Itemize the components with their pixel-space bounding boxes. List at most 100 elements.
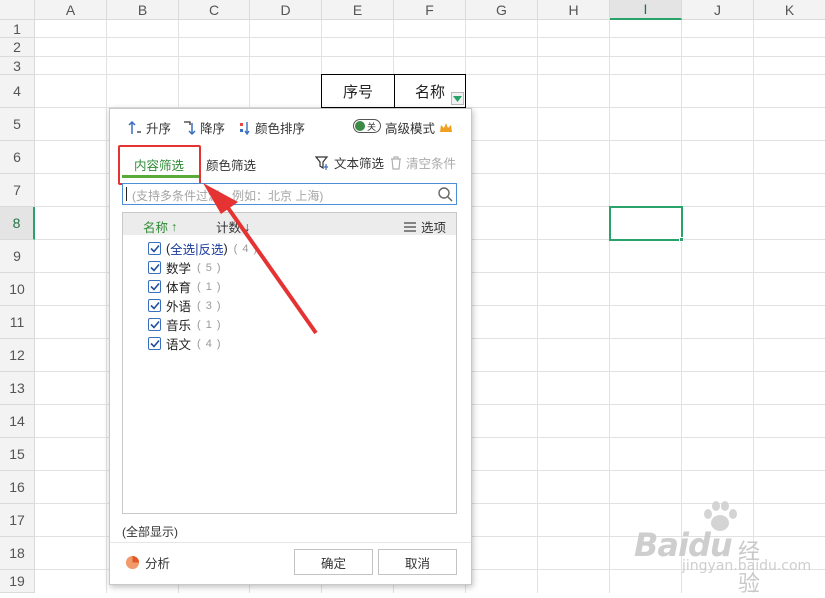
checkbox[interactable] [148,337,161,350]
grid-line [609,20,610,593]
search-placeholder: (支持多条件过滤，例如：北京 上海) [132,189,324,203]
cell-e4-text: 序号 [342,83,373,101]
arrow-up-icon: ↑ [171,219,178,234]
item-count: ( 1 ) [197,318,222,331]
list-item-select-all[interactable]: (全选 | 反选)( 4 ) [148,239,258,258]
selected-cell-i8[interactable] [609,206,683,241]
column-header-h[interactable]: H [538,0,610,20]
row-header-18[interactable]: 18 [0,537,35,570]
show-all-label[interactable]: (全部显示) [122,523,178,540]
toggle-knob [355,121,365,131]
column-header-d[interactable]: D [250,0,322,20]
item-count-value: 4 [242,242,250,255]
row-header-19[interactable]: 19 [0,570,35,593]
sort-descending-label: 降序 [200,122,226,136]
checkbox[interactable] [148,261,161,274]
row-header-6[interactable]: 6 [0,141,35,174]
column-header-j[interactable]: J [682,0,754,20]
text-caret [126,187,127,201]
sort-by-name-header[interactable]: 名称 ↑ [143,217,177,236]
row-header-3[interactable]: 3 [0,57,35,75]
item-count-value: 4 [205,337,213,350]
annotation-highlight-box [118,145,201,185]
filter-panel: 升序 降序 颜色排序 关 高级模式 内容筛选 颜色筛选 文本筛选 清空条件 (支… [109,108,472,585]
column-header-i[interactable]: I [610,0,682,20]
row-header-9[interactable]: 9 [0,240,35,273]
watermark-brand-bai: Bai [634,526,689,564]
filter-search-input[interactable]: (支持多条件过滤，例如：北京 上海) [122,183,457,205]
list-item-label: 体育 [166,281,192,295]
advanced-mode-label-group[interactable]: 高级模式 [385,118,456,137]
list-item[interactable]: 语文 ( 4 ) [148,334,222,353]
item-count: ( 5 ) [197,261,222,274]
analyze-button[interactable]: 分析 [125,553,170,572]
menu-lines-icon [404,221,416,232]
options-label: 选项 [421,221,447,235]
column-header-g[interactable]: G [466,0,538,20]
search-icon[interactable] [437,186,453,202]
sort-ascending-label: 升序 [146,122,172,136]
ok-button[interactable]: 确定 [294,549,373,575]
row-header-5[interactable]: 5 [0,108,35,141]
advanced-mode-toggle[interactable]: 关 [353,119,381,133]
check-icon [149,263,160,272]
options-menu-button[interactable]: 选项 [403,217,446,236]
list-item[interactable]: 外语 ( 3 ) [148,296,222,315]
checkbox[interactable] [148,318,161,331]
select-all-corner[interactable] [0,0,35,20]
row-header-10[interactable]: 10 [0,273,35,306]
row-header-15[interactable]: 15 [0,438,35,471]
column-header-b[interactable]: B [107,0,179,20]
tab-color-filter[interactable]: 颜色筛选 [206,155,256,174]
text-filter-button[interactable]: 文本筛选 [315,153,384,172]
filter-dropdown-button[interactable] [451,92,464,105]
item-count-value: 1 [205,280,213,293]
check-icon [149,320,160,329]
item-count: ( 1 ) [197,280,222,293]
clear-conditions-button[interactable]: 清空条件 [389,153,456,172]
row-header-12[interactable]: 12 [0,339,35,372]
row-header-11[interactable]: 11 [0,306,35,339]
row-header-14[interactable]: 14 [0,405,35,438]
row-header-16[interactable]: 16 [0,471,35,504]
grid-line [106,20,107,593]
advanced-mode-label: 高级模式 [385,122,436,136]
list-header-count: 计数 [216,221,242,235]
row-header-7[interactable]: 7 [0,174,35,207]
watermark-url: jingyan.baidu.com [682,558,812,574]
footer-divider [110,542,471,543]
checkbox[interactable] [148,299,161,312]
row-header-2[interactable]: 2 [0,38,35,57]
column-header-e[interactable]: E [322,0,394,20]
row-header-13[interactable]: 13 [0,372,35,405]
grid-line [753,20,754,593]
list-item[interactable]: 体育 ( 1 ) [148,277,222,296]
row-header-8[interactable]: 8 [0,207,35,240]
row-header-17[interactable]: 17 [0,504,35,537]
fill-handle[interactable] [679,237,684,242]
color-sort-label: 颜色排序 [255,122,306,136]
toggle-state-label: 关 [367,121,377,132]
paren-close: ) [223,241,228,256]
column-header-a[interactable]: A [35,0,107,20]
column-header-c[interactable]: C [179,0,250,20]
sort-ascending-button[interactable]: 升序 [127,118,171,137]
pie-chart-icon [125,555,140,570]
cancel-button[interactable]: 取消 [378,549,457,575]
sort-descending-button[interactable]: 降序 [181,118,225,137]
color-sort-button[interactable]: 颜色排序 [238,118,305,137]
check-icon [149,244,160,253]
inverse-select-link[interactable]: 反选 [198,239,223,258]
sort-by-count-header[interactable]: 计数 ↓ [216,217,250,236]
select-all-link[interactable]: 全选 [170,239,195,258]
column-header-k[interactable]: K [754,0,825,20]
row-header-1[interactable]: 1 [0,20,35,38]
column-header-f[interactable]: F [394,0,466,20]
list-item[interactable]: 数学 ( 5 ) [148,258,222,277]
row-header-4[interactable]: 4 [0,75,35,108]
checkbox[interactable] [148,242,161,255]
list-item[interactable]: 音乐 ( 1 ) [148,315,222,334]
list-item-label: 语文 [166,338,192,352]
checkbox[interactable] [148,280,161,293]
list-item-label: 数学 [166,262,192,276]
